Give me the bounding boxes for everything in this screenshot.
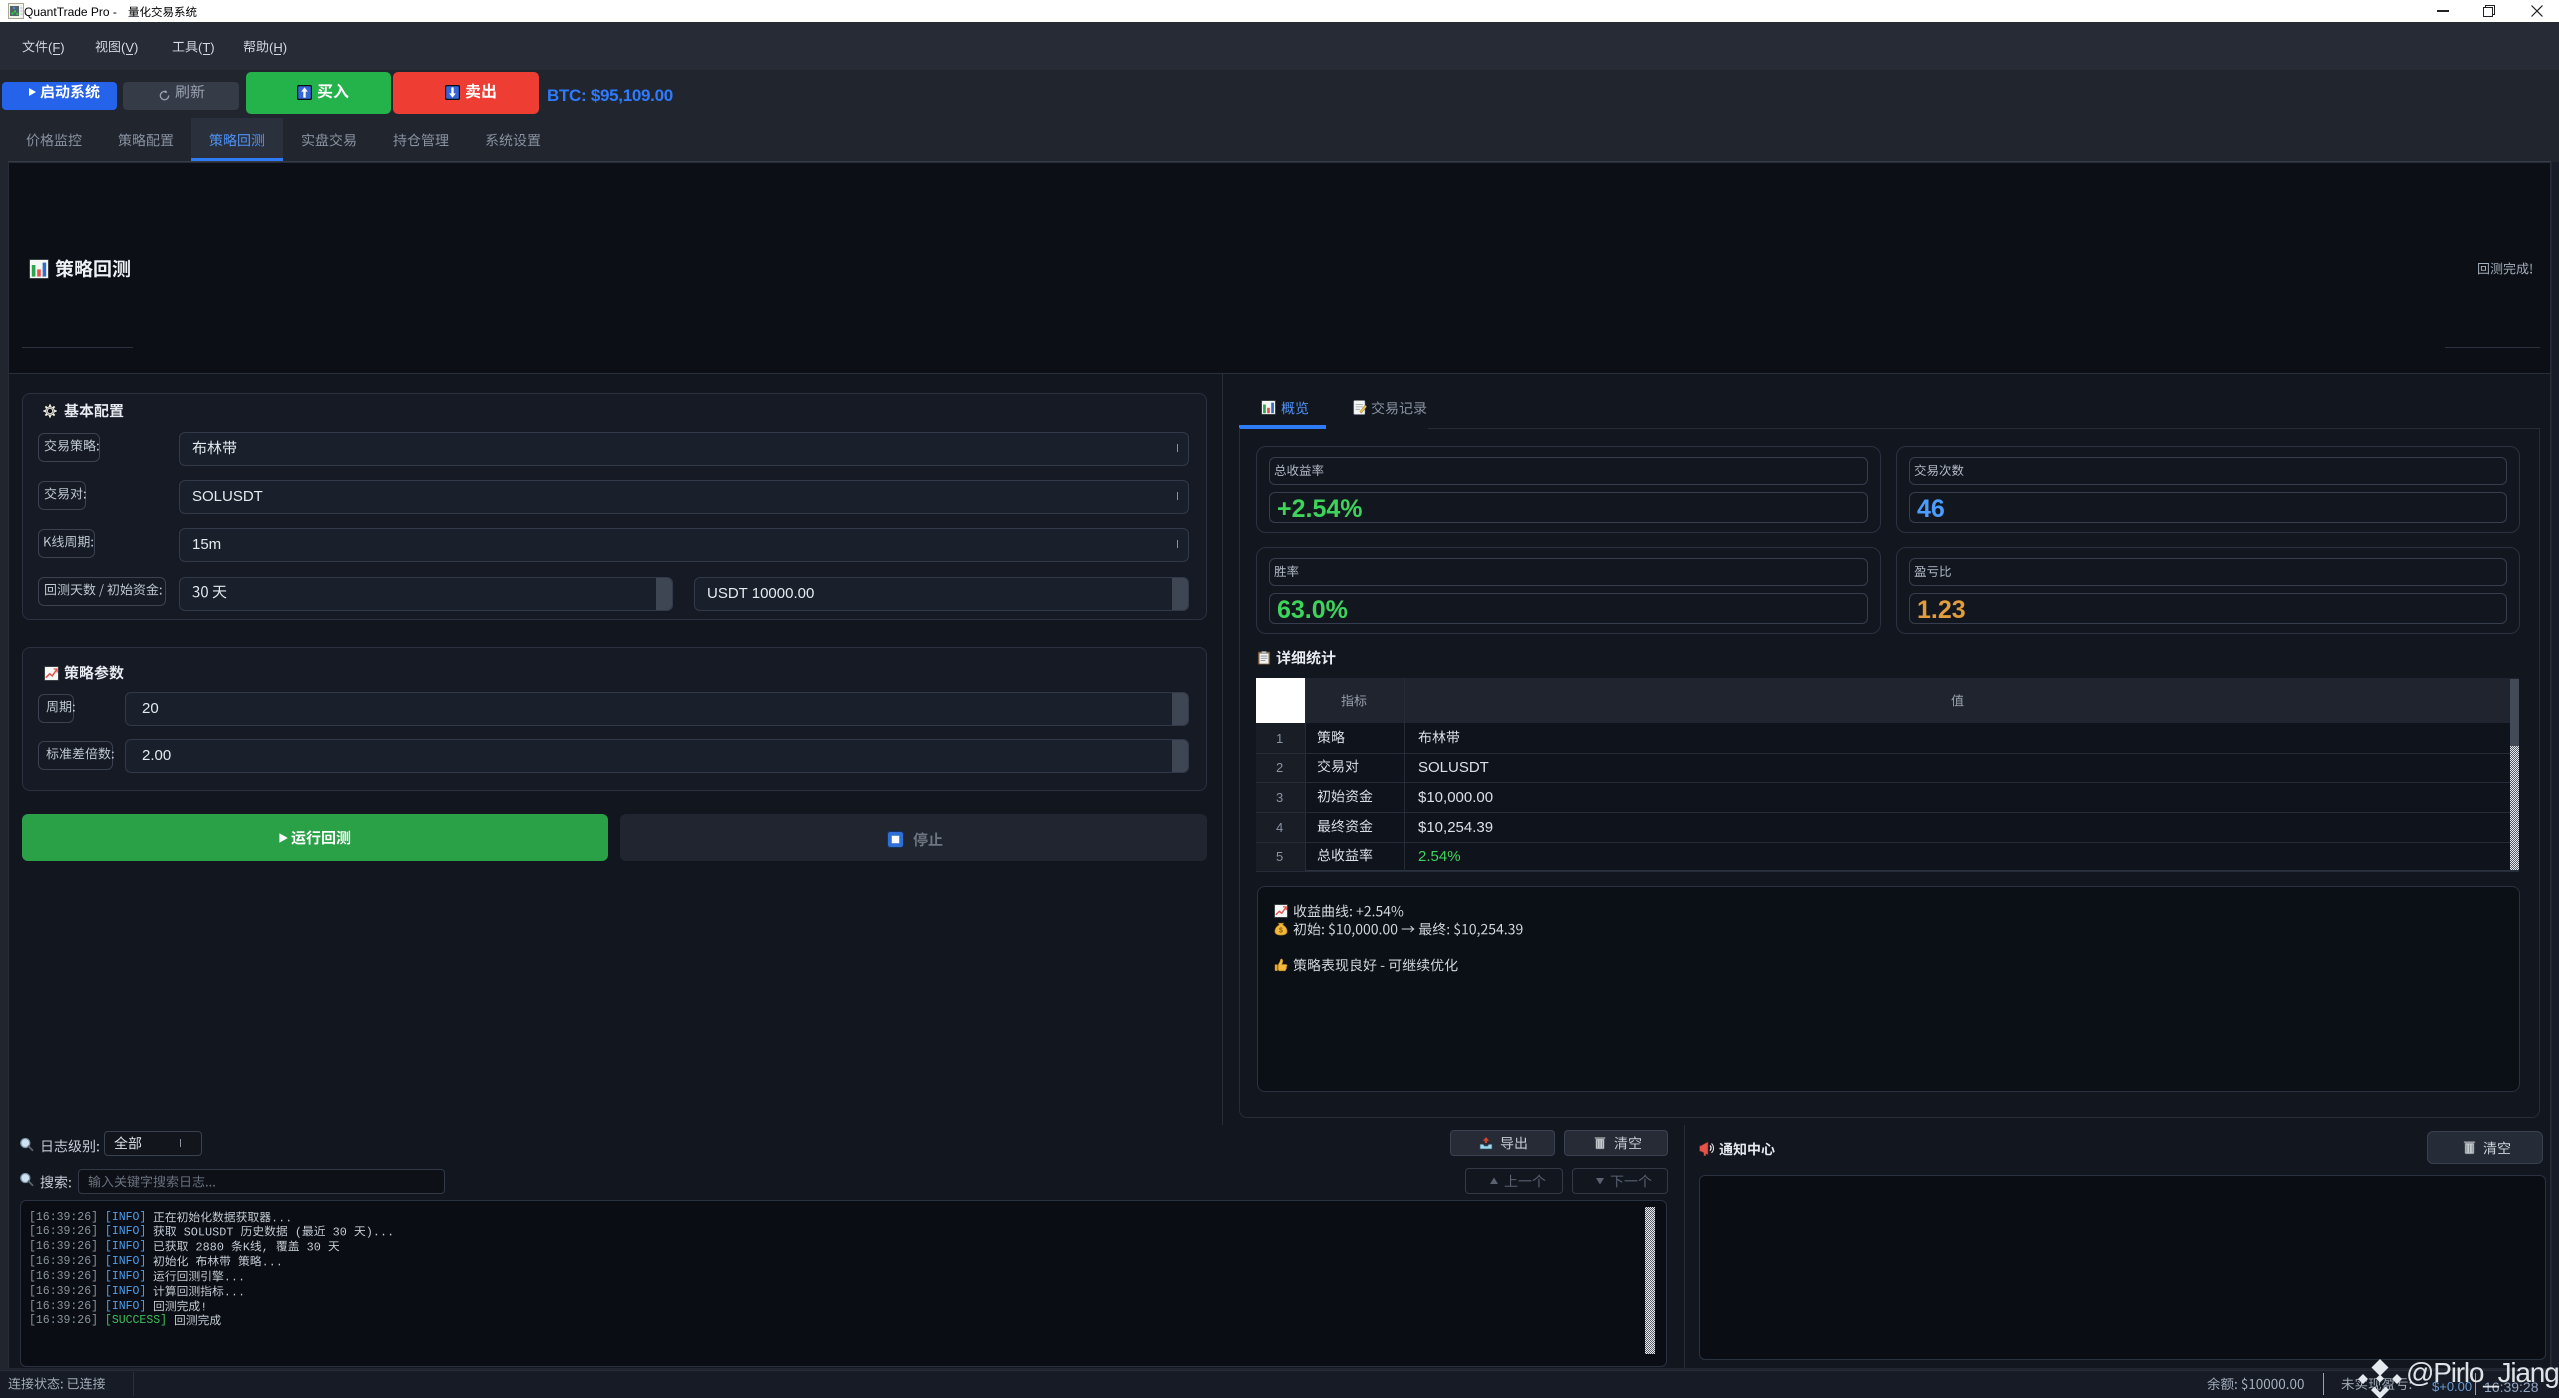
svg-text:$: $ [1279, 928, 1283, 935]
